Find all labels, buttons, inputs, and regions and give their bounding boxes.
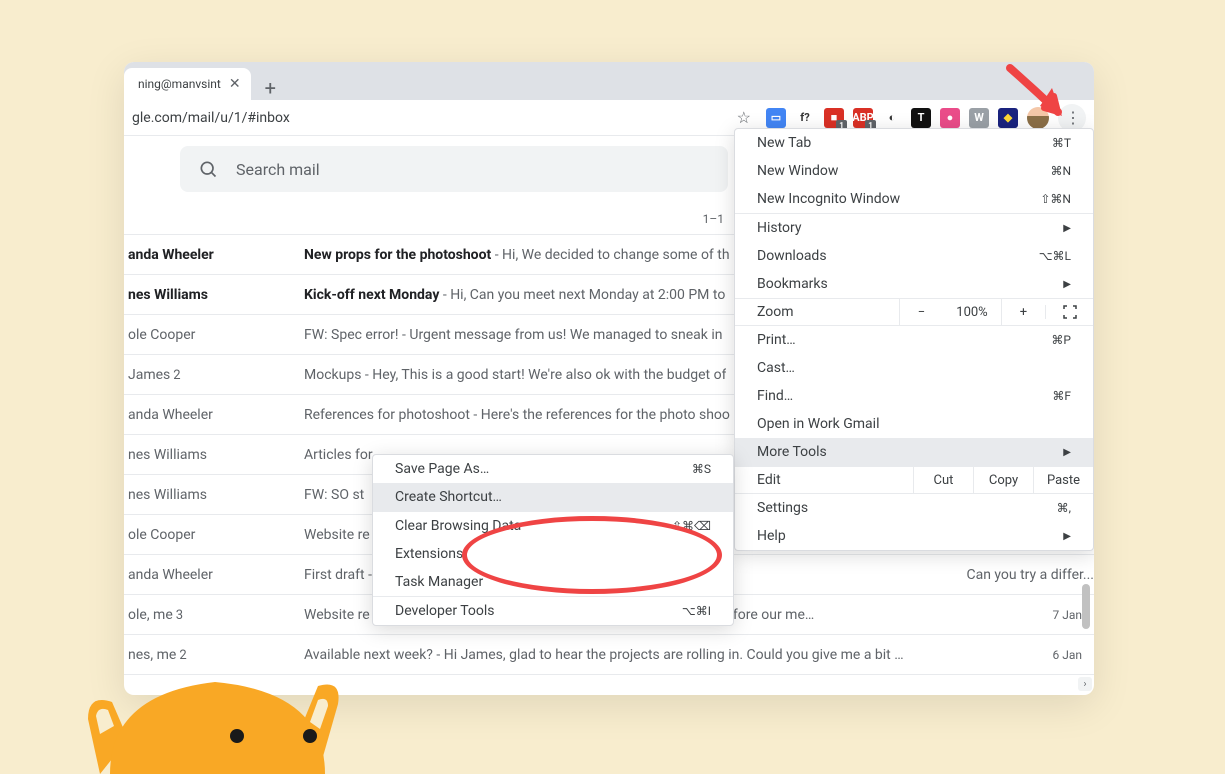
extension-icon[interactable]: ■: [824, 108, 844, 128]
browser-window: ning@manvsint ✕ + gle.com/mail/u/1/#inbo…: [124, 62, 1094, 695]
email-sender: nes Williams: [128, 447, 304, 463]
new-tab-button[interactable]: +: [251, 76, 290, 100]
url-text[interactable]: gle.com/mail/u/1/#inbox: [132, 110, 290, 126]
zoom-label: Zoom: [735, 304, 899, 320]
email-sender: ole Cooper: [128, 327, 304, 343]
email-subject-line: Available next week? - Hi James, glad to…: [304, 647, 904, 663]
email-sender: ole Cooper: [128, 527, 304, 543]
zoom-value: 100%: [943, 305, 1001, 320]
extension-icon[interactable]: ◐: [882, 108, 902, 128]
submenu-extensions[interactable]: Extensions: [373, 540, 733, 568]
email-sender: James2: [128, 367, 304, 383]
chevron-right-icon: ▶: [1063, 447, 1071, 458]
scroll-thumb[interactable]: [1082, 584, 1090, 629]
extension-icon[interactable]: ◆: [998, 108, 1018, 128]
scroll-expand-icon[interactable]: ›: [1078, 677, 1092, 691]
cut-button[interactable]: Cut: [913, 466, 973, 494]
extension-icon[interactable]: ●: [940, 108, 960, 128]
email-subject-line: Kick-off next Monday - Hi, Can you meet …: [304, 287, 725, 303]
chevron-right-icon: ▶: [1063, 531, 1071, 542]
chevron-right-icon: ▶: [1063, 223, 1071, 234]
menu-new-tab[interactable]: New Tab⌘T: [735, 129, 1093, 157]
edit-label: Edit: [735, 472, 913, 488]
fullscreen-icon: [1063, 305, 1077, 319]
email-subject-line: FW: Spec error! - Urgent message from us…: [304, 327, 722, 343]
close-icon[interactable]: ✕: [229, 76, 241, 92]
menu-cast[interactable]: Cast…: [735, 354, 1093, 382]
copy-button[interactable]: Copy: [973, 466, 1033, 494]
fox-illustration: [70, 624, 360, 774]
fullscreen-button[interactable]: [1045, 305, 1093, 319]
email-subject-line: New props for the photoshoot - Hi, We de…: [304, 247, 730, 263]
menu-find[interactable]: Find…⌘F: [735, 382, 1093, 410]
email-subject-line: FW: SO st: [304, 487, 364, 503]
menu-history[interactable]: History▶: [735, 214, 1093, 242]
browser-tab[interactable]: ning@manvsint ✕: [124, 68, 251, 100]
menu-downloads[interactable]: Downloads⌥⌘L: [735, 242, 1093, 270]
submenu-task-manager[interactable]: Task Manager: [373, 568, 733, 596]
menu-settings[interactable]: Settings⌘,: [735, 494, 1093, 522]
tab-bar: ning@manvsint ✕ +: [124, 62, 1094, 100]
extension-icon[interactable]: ▭: [766, 108, 786, 128]
zoom-out-button[interactable]: −: [899, 298, 943, 326]
menu-zoom-row: Zoom − 100% +: [735, 298, 1093, 326]
email-subject-line: Website re: [304, 607, 370, 623]
extension-icon[interactable]: f?: [795, 108, 815, 128]
email-sender: nes Williams: [128, 487, 304, 503]
submenu-clear-data[interactable]: Clear Browsing Data⇧⌘⌫: [373, 512, 733, 540]
email-subject-line: Website re: [304, 527, 370, 543]
menu-bookmarks[interactable]: Bookmarks▶: [735, 270, 1093, 298]
paste-button[interactable]: Paste: [1033, 466, 1093, 494]
pagination-count: 1–1: [703, 212, 724, 226]
avatar[interactable]: [1027, 107, 1049, 129]
menu-more-tools[interactable]: More Tools▶: [735, 438, 1093, 466]
search-icon: [198, 159, 218, 179]
email-subject-line: Articles for: [304, 447, 373, 463]
email-sender: nes Williams: [128, 287, 304, 303]
search-placeholder: Search mail: [236, 160, 320, 179]
extension-icons: ▭ f? ■ ABP ◐ T ● W ◆: [766, 108, 1018, 128]
email-sender: anda Wheeler: [128, 247, 304, 263]
extension-icon[interactable]: ABP: [853, 108, 873, 128]
chrome-menu: New Tab⌘T New Window⌘N New Incognito Win…: [734, 128, 1094, 551]
menu-incognito[interactable]: New Incognito Window⇧⌘N: [735, 185, 1093, 213]
email-subject-line: Mockups - Hey, This is a good start! We'…: [304, 367, 726, 383]
chevron-right-icon: ▶: [1063, 279, 1071, 290]
menu-open-work[interactable]: Open in Work Gmail: [735, 410, 1093, 438]
search-bar[interactable]: Search mail: [180, 146, 728, 192]
menu-edit-row: Edit Cut Copy Paste: [735, 466, 1093, 494]
menu-new-window[interactable]: New Window⌘N: [735, 157, 1093, 185]
submenu-dev-tools[interactable]: Developer Tools⌥⌘I: [373, 597, 733, 625]
email-sender: anda Wheeler: [128, 567, 304, 583]
star-icon[interactable]: ☆: [737, 108, 751, 127]
email-sender: anda Wheeler: [128, 407, 304, 423]
email-subject-line: First draft -: [304, 567, 372, 583]
submenu-save-page[interactable]: Save Page As…⌘S: [373, 455, 733, 483]
zoom-in-button[interactable]: +: [1001, 298, 1045, 326]
extension-icon[interactable]: W: [969, 108, 989, 128]
submenu-create-shortcut[interactable]: Create Shortcut…: [373, 483, 733, 511]
email-subject-line: References for photoshoot - Here's the r…: [304, 407, 730, 423]
menu-help[interactable]: Help▶: [735, 522, 1093, 550]
email-sender: ole, me3: [128, 607, 304, 623]
tab-title: ning@manvsint: [138, 77, 221, 91]
more-tools-submenu: Save Page As…⌘S Create Shortcut… Clear B…: [372, 454, 734, 626]
menu-print[interactable]: Print…⌘P: [735, 326, 1093, 354]
extension-icon[interactable]: T: [911, 108, 931, 128]
